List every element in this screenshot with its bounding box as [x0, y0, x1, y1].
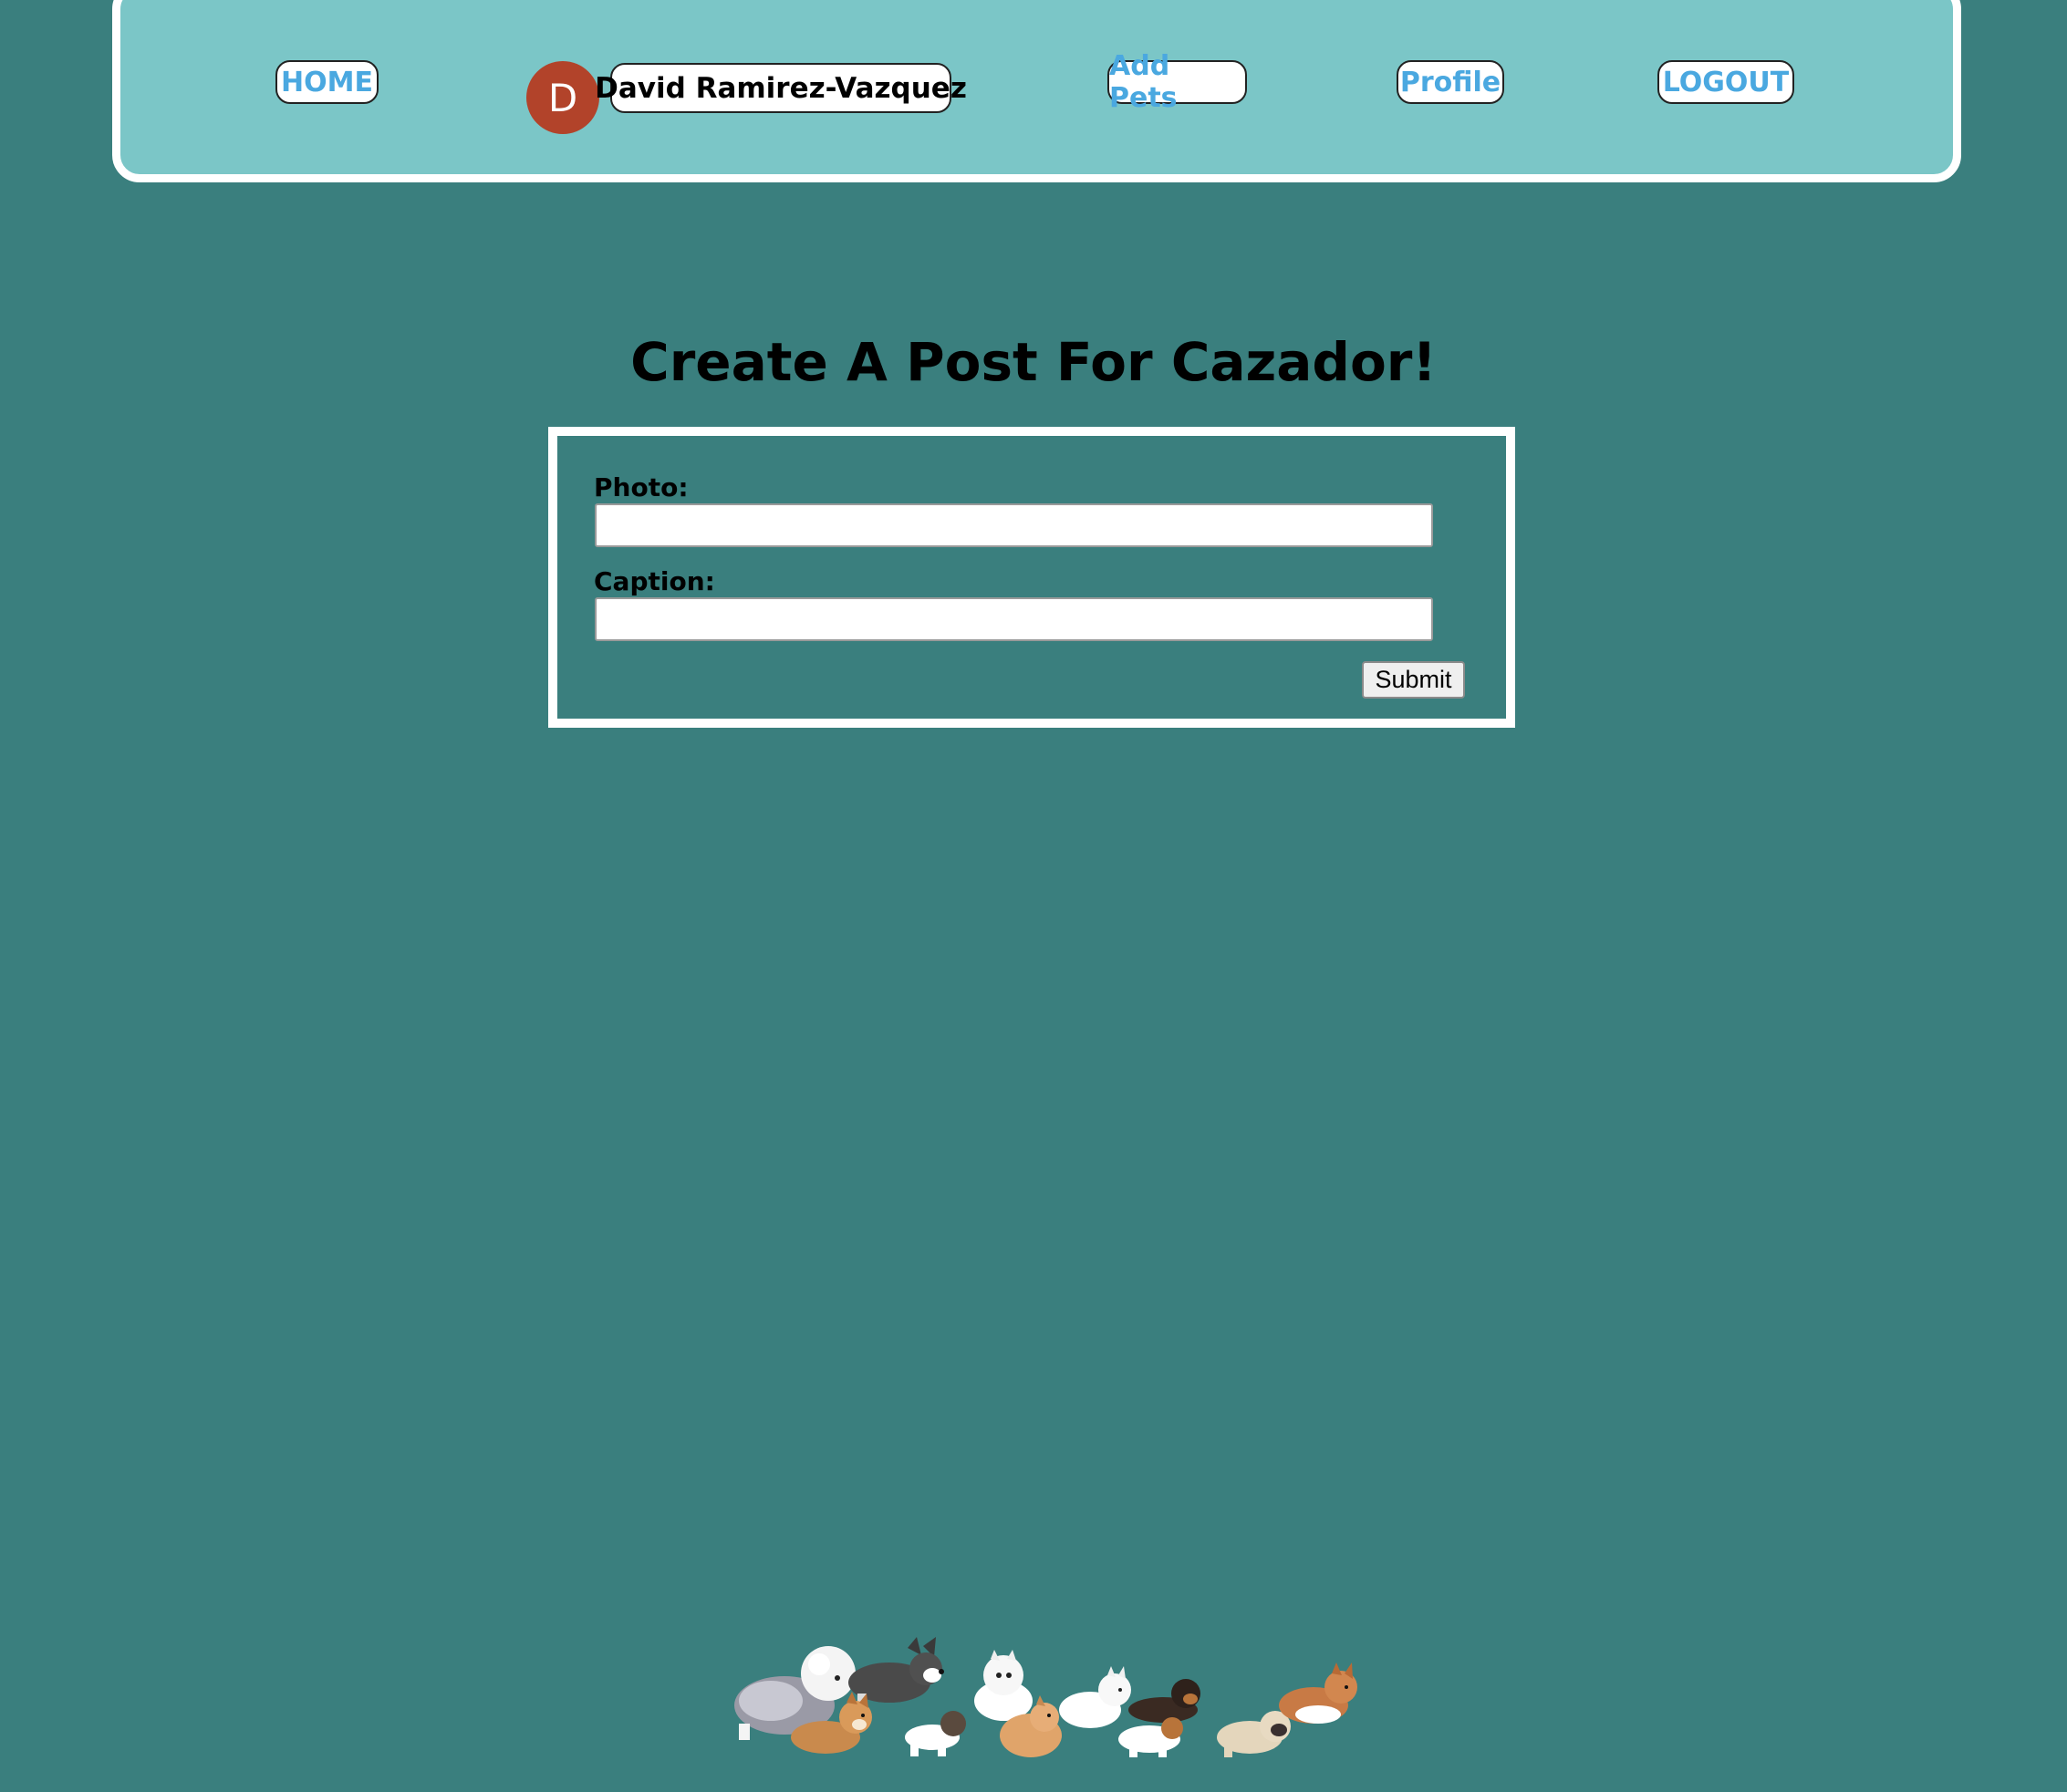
terrier-icon [905, 1711, 966, 1756]
navbar: HOME D David Ramirez-Vazquez Add Pets Pr… [112, 0, 1961, 182]
westie-icon [1059, 1666, 1131, 1728]
husky-icon [848, 1637, 944, 1708]
caption-label: Caption: [594, 566, 715, 596]
add-pets-link[interactable]: Add Pets [1107, 50, 1247, 114]
avatar[interactable]: D [526, 61, 599, 134]
logout-link[interactable]: LOGOUT [1657, 60, 1794, 104]
home-link[interactable]: HOME [275, 60, 379, 104]
submit-button[interactable]: Submit [1362, 661, 1465, 699]
photo-input[interactable] [595, 503, 1433, 547]
username-badge[interactable]: David Ramirez-Vazquez [595, 63, 967, 113]
page-title: Create A Post For Cazador! [630, 331, 1437, 393]
profile-link[interactable]: Profile [1397, 60, 1504, 104]
pug-icon [1217, 1711, 1291, 1757]
photo-label: Photo: [594, 472, 689, 502]
samoyed-icon [974, 1650, 1033, 1721]
running-dogs-icon [734, 1637, 1357, 1757]
corgi-icon [1279, 1663, 1357, 1724]
caption-input[interactable] [595, 597, 1433, 641]
